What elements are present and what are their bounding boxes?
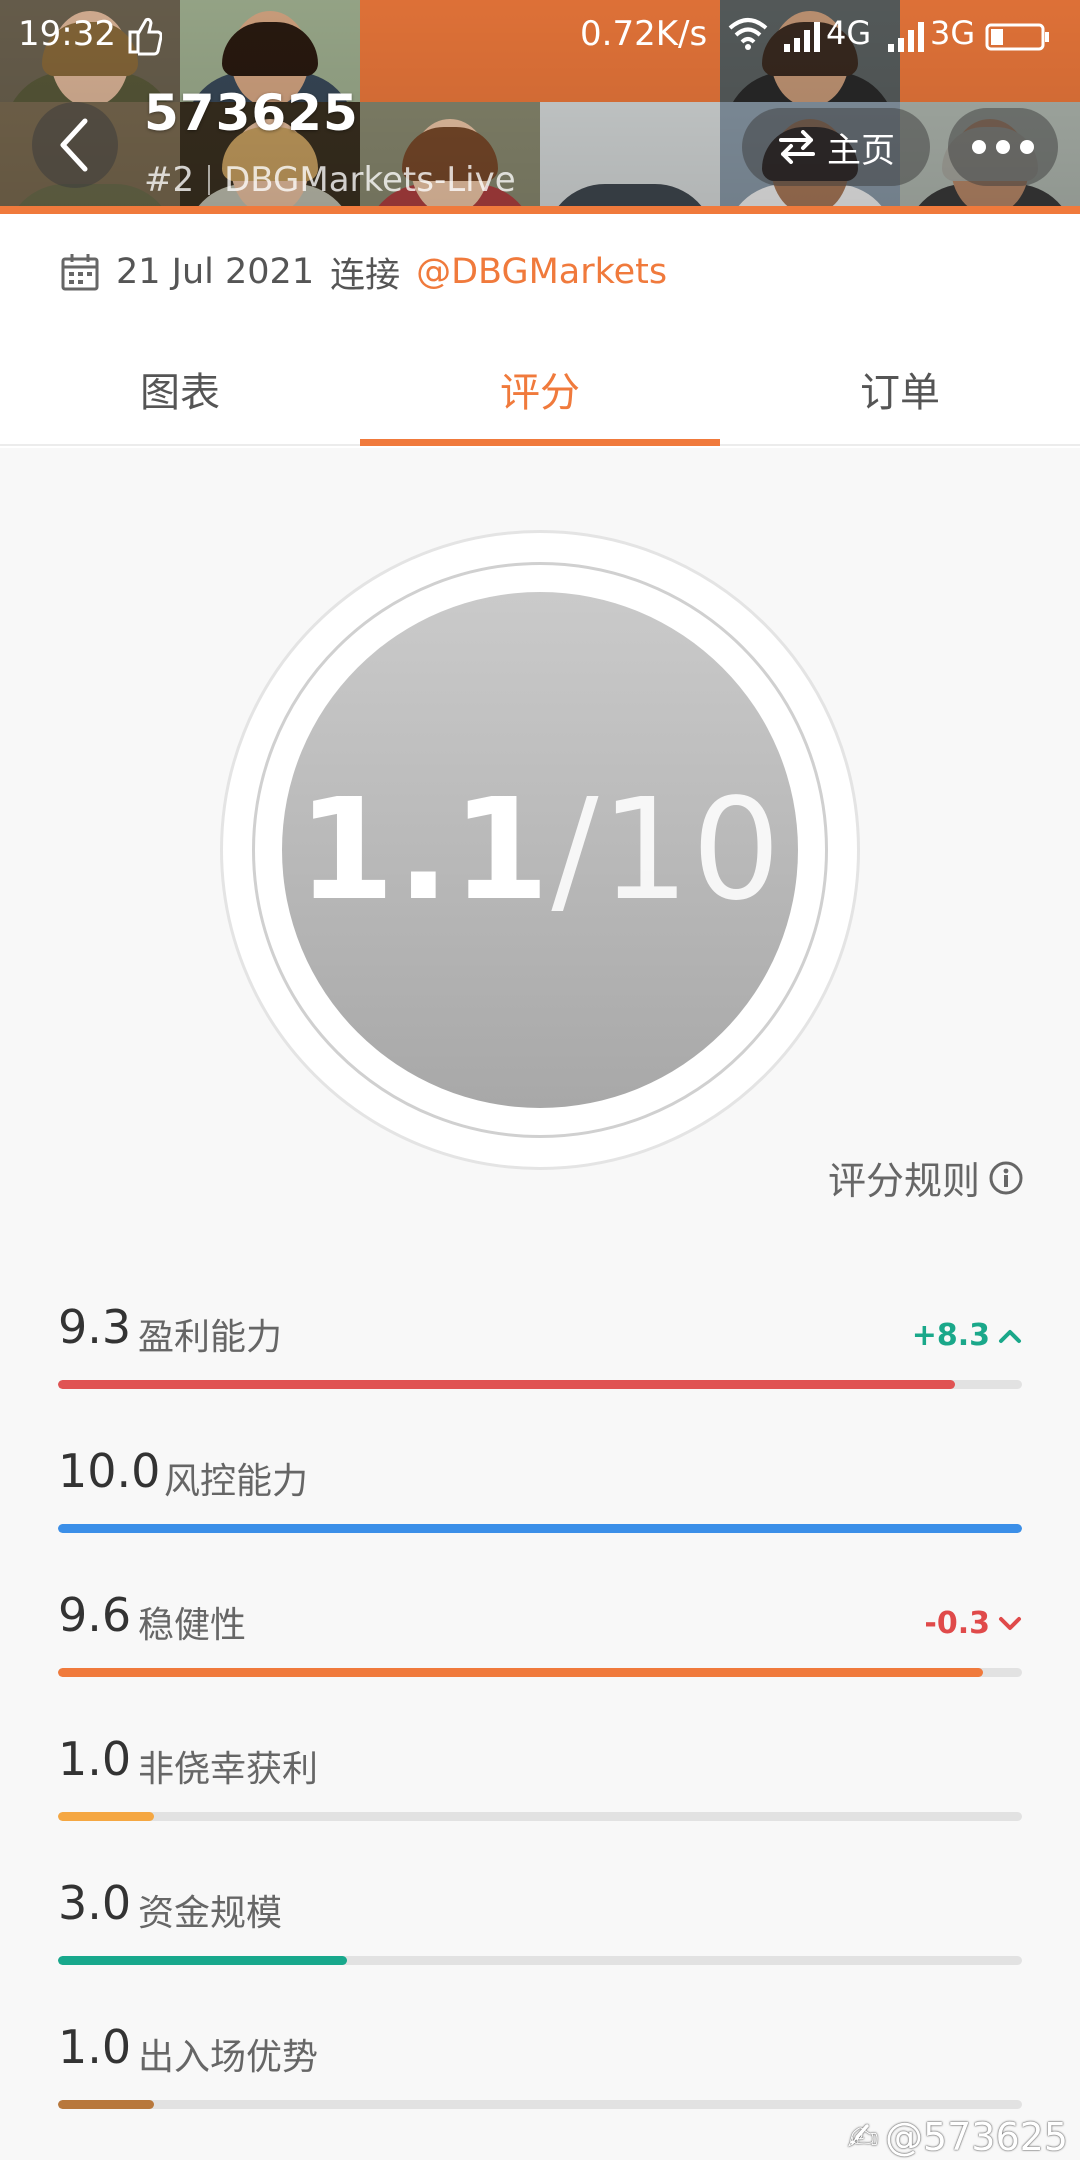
more-dot-icon xyxy=(972,140,986,154)
metric-change: -0.3 xyxy=(924,1606,1022,1641)
more-dot-icon xyxy=(1020,140,1034,154)
divider xyxy=(208,165,211,195)
wifi-icon xyxy=(728,18,768,50)
metric-change: +8.3 xyxy=(912,1318,1022,1353)
overall-score: 1.1/10 xyxy=(297,769,782,932)
metric-value: 3.0 xyxy=(58,1876,132,1930)
home-page-label: 主页 xyxy=(827,130,895,171)
metric-value: 1.0 xyxy=(58,1732,132,1786)
metric-change-value: -0.3 xyxy=(924,1606,990,1641)
metric-progress-fill xyxy=(58,1668,984,1677)
more-dot-icon xyxy=(996,140,1010,154)
score-rules-label: 评分规则 xyxy=(827,1159,980,1203)
metric-row-risk-control: 10.0 风控能力 xyxy=(58,1444,1022,1554)
info-icon xyxy=(989,1161,1023,1194)
account-server: DBGMarkets-Live xyxy=(224,160,516,200)
battery-icon xyxy=(985,23,1049,51)
metric-progress-fill xyxy=(58,1812,155,1821)
watermark: ✍ @573625 xyxy=(847,2115,1068,2159)
header-accent-bar xyxy=(0,206,1080,214)
metric-label: 稳健性 xyxy=(138,1605,247,1646)
signal-icon xyxy=(888,22,924,52)
score-rules-link[interactable]: 评分规则 xyxy=(828,1150,1024,1205)
more-options-button[interactable] xyxy=(948,108,1058,186)
metric-value: 9.6 xyxy=(58,1588,132,1642)
metric-progress-fill xyxy=(58,1956,348,1965)
connection-info: 21 Jul 2021 连接 @DBGMarkets xyxy=(60,246,667,298)
tab-chart[interactable]: 图表 xyxy=(0,330,360,444)
metric-progress-track xyxy=(58,1956,1022,1965)
metric-progress-fill xyxy=(58,1380,955,1389)
metric-progress-fill xyxy=(58,2100,155,2109)
account-rank: #2 xyxy=(144,160,195,200)
metric-label: 盈利能力 xyxy=(138,1317,283,1358)
account-subtitle: #2 DBGMarkets-Live xyxy=(144,160,516,200)
connection-label: 连接 xyxy=(330,255,401,296)
metric-change-value: +8.3 xyxy=(911,1318,990,1353)
metric-label: 非侥幸获利 xyxy=(138,1749,319,1790)
watermark-text: @573625 xyxy=(884,2115,1068,2159)
broker-link[interactable]: @DBGMarkets xyxy=(416,252,667,292)
tab-orders[interactable]: 订单 xyxy=(720,330,1080,444)
app-screen: 19:32 0.72K/s 4G 3G 573625 #2 DBGMarkets… xyxy=(0,0,1080,2160)
chevron-up-icon xyxy=(999,1329,1021,1343)
metric-value: 10.0 xyxy=(58,1444,161,1498)
metric-row-profitability: 9.3 盈利能力 +8.3 xyxy=(58,1300,1022,1410)
metric-progress-track xyxy=(58,1524,1022,1533)
tab-bar: 图表 评分 订单 xyxy=(0,330,1080,446)
tab-score[interactable]: 评分 xyxy=(360,330,720,446)
back-button[interactable] xyxy=(32,102,118,188)
metric-label: 出入场优势 xyxy=(138,2037,319,2078)
metric-row-entry-exit-edge: 1.0 出入场优势 xyxy=(58,2020,1022,2130)
metric-progress-track xyxy=(58,1668,1022,1677)
overall-score-max: /10 xyxy=(551,768,783,932)
metric-label: 资金规模 xyxy=(138,1893,283,1934)
network-type-4g: 4G xyxy=(826,14,872,52)
swap-icon xyxy=(779,130,815,164)
overall-score-value: 1.1 xyxy=(297,768,552,932)
chevron-left-icon xyxy=(60,118,88,172)
signal-icon xyxy=(784,22,820,52)
metric-progress-track xyxy=(58,2100,1022,2109)
profile-header: 19:32 0.72K/s 4G 3G 573625 #2 DBGMarkets… xyxy=(0,0,1080,214)
metric-row-capital-scale: 3.0 资金规模 xyxy=(58,1876,1022,1986)
calendar-icon xyxy=(61,254,99,291)
metric-row-non-luck-profit: 1.0 非侥幸获利 xyxy=(58,1732,1022,1842)
account-id: 573625 xyxy=(144,84,359,142)
connection-date: 21 Jul 2021 xyxy=(116,252,315,292)
score-circle: 1.1/10 xyxy=(282,592,798,1108)
weibo-logo-icon: ✍ xyxy=(847,2115,879,2159)
chevron-down-icon xyxy=(999,1616,1021,1630)
metric-row-stability: 9.6 稳健性 -0.3 xyxy=(58,1588,1022,1698)
home-page-button[interactable]: 主页 xyxy=(742,108,930,186)
network-type-3g: 3G xyxy=(930,14,976,52)
status-bar: 19:32 0.72K/s 4G 3G xyxy=(0,0,1080,70)
thumbs-up-icon xyxy=(128,17,162,56)
metric-value: 9.3 xyxy=(58,1300,132,1354)
metric-progress-track xyxy=(58,1380,1022,1389)
metric-label: 风控能力 xyxy=(164,1461,309,1502)
metric-progress-track xyxy=(58,1812,1022,1821)
network-speed: 0.72K/s xyxy=(580,14,708,54)
metric-progress-fill xyxy=(58,1524,1022,1533)
status-time: 19:32 xyxy=(18,14,116,54)
metric-value: 1.0 xyxy=(58,2020,132,2074)
